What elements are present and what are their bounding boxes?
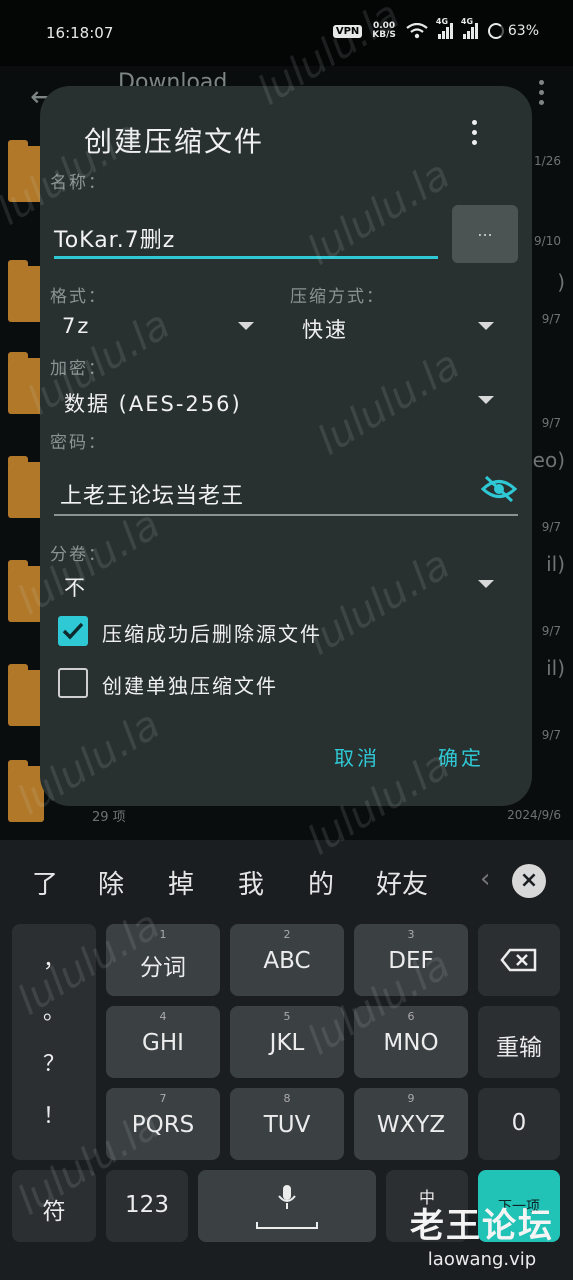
- browse-button[interactable]: ...: [452, 205, 518, 263]
- key-0[interactable]: 0: [478, 1088, 560, 1160]
- key-2[interactable]: 2 ABC: [230, 924, 344, 996]
- name-label: 名称：: [50, 173, 107, 193]
- wifi-icon: [406, 23, 428, 39]
- backspace-icon: [500, 948, 537, 972]
- folder-icon[interactable]: [8, 760, 44, 822]
- signal-icon: 4G: [461, 17, 478, 39]
- file-name-fragment: eo): [532, 448, 565, 472]
- separate-archive-label: 创建单独压缩文件: [102, 674, 278, 698]
- checkmark-icon: [62, 622, 84, 640]
- file-name-fragment: il): [546, 656, 565, 680]
- backspace-key[interactable]: [478, 924, 560, 996]
- candidate-word[interactable]: 除: [98, 864, 124, 901]
- signal-icon: 4G: [436, 17, 453, 39]
- microphone-icon: [278, 1185, 296, 1209]
- format-select[interactable]: 7z: [62, 314, 90, 338]
- folder-icon[interactable]: [8, 456, 44, 518]
- method-select[interactable]: 快速: [302, 314, 348, 344]
- close-candidates-icon[interactable]: ×: [512, 864, 546, 898]
- candidate-word[interactable]: ‹: [480, 864, 490, 894]
- status-icons: VPN 0.00 KB/S 4G 4G 63%: [332, 17, 539, 40]
- more-options-icon[interactable]: [539, 80, 545, 110]
- file-date: 9/10: [534, 234, 561, 248]
- key-6[interactable]: 6 MNO: [354, 1006, 468, 1078]
- ok-button[interactable]: 确定: [438, 742, 484, 771]
- name-input-underline: [54, 256, 438, 259]
- battery-indicator: 63%: [487, 23, 539, 39]
- reinput-key[interactable]: 重输: [478, 1006, 560, 1078]
- key-4[interactable]: 4 GHI: [106, 1006, 220, 1078]
- password-input-underline: [54, 514, 518, 516]
- punct-key[interactable]: ，: [12, 942, 96, 974]
- password-label: 密码：: [50, 433, 107, 453]
- numeric-key[interactable]: 123: [106, 1170, 188, 1242]
- method-dropdown-icon[interactable]: [478, 322, 494, 330]
- separate-archive-checkbox[interactable]: [58, 668, 88, 698]
- status-time: 16:18:07: [46, 24, 114, 42]
- file-date: 9/7: [541, 520, 561, 534]
- key-3[interactable]: 3 DEF: [354, 924, 468, 996]
- file-date: 9/7: [541, 624, 561, 638]
- key-1[interactable]: 1 分词: [106, 924, 220, 996]
- candidate-word[interactable]: 好友: [376, 864, 428, 901]
- space-key[interactable]: [198, 1170, 376, 1242]
- candidate-bar: 了 除 掉 我 的 好友 ‹ ×: [0, 840, 573, 924]
- logo-chinese-text: 老王论坛: [410, 1206, 554, 1246]
- format-label: 格式：: [50, 287, 107, 307]
- item-count: 29 项: [92, 810, 126, 825]
- folder-icon[interactable]: [8, 260, 44, 322]
- symbol-key[interactable]: 符: [12, 1170, 96, 1242]
- encrypt-label: 加密：: [50, 359, 107, 379]
- punct-key[interactable]: 。: [12, 994, 96, 1026]
- punct-key[interactable]: ！: [12, 1098, 96, 1130]
- file-name-fragment: il): [546, 552, 565, 576]
- battery-icon: [487, 23, 504, 39]
- create-archive-dialog: 创建压缩文件 名称： ToKar.7删z ... 格式： 压缩方式： 7z 快速…: [40, 86, 532, 806]
- split-dropdown-icon[interactable]: [478, 580, 494, 588]
- split-select[interactable]: 不: [64, 572, 87, 602]
- encrypt-select[interactable]: 数据 (AES-256): [64, 388, 242, 418]
- space-bar-icon: [256, 1222, 318, 1229]
- candidate-word[interactable]: 掉: [168, 864, 194, 901]
- file-date: 9/7: [541, 312, 561, 326]
- file-date: 9/7: [541, 728, 561, 742]
- logo-domain-text: laowang.vip: [427, 1249, 537, 1270]
- file-date: 1/26: [534, 154, 561, 168]
- password-input[interactable]: 上老王论坛当老王: [60, 478, 244, 510]
- archive-name-input[interactable]: ToKar.7删z: [54, 222, 175, 254]
- file-date: 9/7: [541, 416, 561, 430]
- delete-source-checkbox[interactable]: [58, 616, 88, 646]
- encrypt-dropdown-icon[interactable]: [478, 396, 494, 404]
- vpn-badge: VPN: [332, 24, 363, 38]
- network-speed: 0.00 KB/S: [372, 21, 396, 40]
- candidate-word[interactable]: 我: [238, 864, 264, 901]
- key-7[interactable]: 7 PQRS: [106, 1088, 220, 1160]
- method-label: 压缩方式：: [290, 287, 385, 307]
- dialog-more-icon[interactable]: [472, 120, 478, 150]
- file-date: 2024/9/6: [507, 808, 561, 822]
- cancel-button[interactable]: 取消: [334, 742, 380, 771]
- folder-icon[interactable]: [8, 352, 44, 414]
- folder-icon[interactable]: [8, 140, 44, 202]
- punct-key[interactable]: ？: [12, 1046, 96, 1078]
- candidate-word[interactable]: 的: [308, 864, 334, 901]
- format-dropdown-icon[interactable]: [238, 322, 254, 330]
- key-5[interactable]: 5 JKL: [230, 1006, 344, 1078]
- candidate-word[interactable]: 了: [32, 864, 58, 901]
- file-name-fragment: ): [557, 270, 565, 294]
- folder-icon[interactable]: [8, 560, 44, 622]
- dialog-title: 创建压缩文件: [84, 125, 265, 158]
- punctuation-column[interactable]: ， 。 ？ ！: [12, 924, 96, 1160]
- folder-icon[interactable]: [8, 664, 44, 726]
- key-8[interactable]: 8 TUV: [230, 1088, 344, 1160]
- key-9[interactable]: 9 WXYZ: [354, 1088, 468, 1160]
- split-label: 分卷：: [50, 545, 107, 565]
- eye-off-icon[interactable]: [480, 474, 518, 504]
- status-bar: 16:18:07 VPN 0.00 KB/S 4G 4G 63%: [0, 0, 573, 66]
- site-logo: 老王论坛 laowang.vip: [410, 1198, 554, 1270]
- delete-source-label: 压缩成功后删除源文件: [102, 622, 322, 646]
